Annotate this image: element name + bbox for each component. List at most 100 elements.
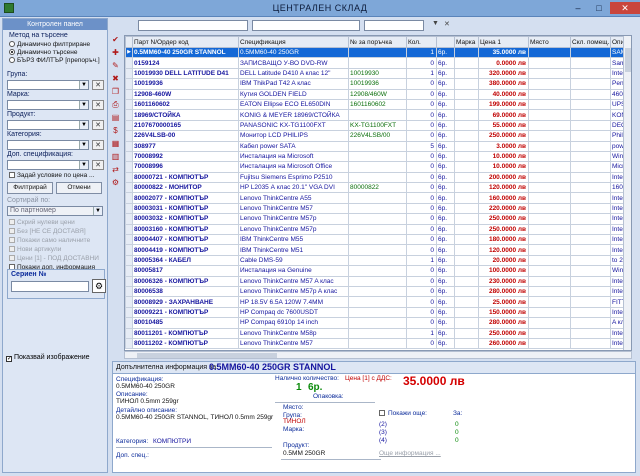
table-row[interactable]: 12908-460W Кутия GOLDEN FIELD 12908/460W 0 6… xyxy=(125,88,631,100)
table-row[interactable]: 226V4LSB-00 Монитор LCD PHILIPS 226V4LSB/0… xyxy=(125,130,631,142)
table-row[interactable]: 80000721 - КОМПЮТЪР Fujitsu Siemens Espri… xyxy=(125,171,631,184)
barcode-scan-icon[interactable]: ⚙ xyxy=(92,279,106,293)
new-items-checkbox[interactable]: Нови артикули xyxy=(9,246,61,253)
serial-input[interactable] xyxy=(11,281,89,292)
table-row[interactable]: 0159124 ЗАПИСВАЩО У-ВО DVD-RW 0 6р. 0.0000 л… xyxy=(125,57,631,69)
show-more-checkbox[interactable]: Покажи още: xyxy=(379,410,427,417)
maximize-button[interactable]: □ xyxy=(589,2,609,14)
table-row[interactable]: ▶ 0.5MM60-40 250GR STANNOL 0.5MM60-40 250G… xyxy=(125,46,631,59)
table-row[interactable]: 1601160602 EATON Ellipse ECO EL650DIN 1601… xyxy=(125,98,631,111)
table-row[interactable]: 80005364 - КАБЕЛ Cable DMS-59 1 6р. 20.0000 … xyxy=(125,254,631,267)
only-available-checkbox[interactable]: Покажи само наличните xyxy=(9,237,90,244)
scroll-thumb[interactable] xyxy=(625,48,631,72)
column-header[interactable]: Цена 1 xyxy=(478,36,529,48)
stats-icon[interactable]: ▤ xyxy=(110,112,121,123)
table-cell: 6р. xyxy=(436,327,455,339)
clear-extra-spec-button[interactable]: ✕ xyxy=(92,160,104,170)
clear-group-button[interactable]: ✕ xyxy=(92,80,104,90)
table-row[interactable]: 80011202 - КОМПЮТЪР Lenovo ThinkCentre M5… xyxy=(125,337,631,350)
clear-filter-icon[interactable]: ✕ xyxy=(444,20,450,28)
table-row[interactable]: 80005817 Инсталация на Genuine 0 6р. 100.000… xyxy=(125,265,631,277)
check-icon[interactable]: ✔ xyxy=(110,34,121,45)
column-header[interactable]: № за поръчка xyxy=(348,36,407,48)
column-header[interactable]: Марка xyxy=(454,36,479,48)
column-header[interactable] xyxy=(436,36,455,48)
product-combo[interactable]: ▼ xyxy=(7,120,89,130)
hide-zero-prices-checkbox[interactable]: Скрий нулеви цени xyxy=(9,219,75,226)
price-condition-checkbox[interactable]: Задай условие по цена ... xyxy=(9,172,94,179)
table-row[interactable]: 70008996 Инсталация на Microsoft Office 0 6… xyxy=(125,161,631,173)
column-header[interactable]: Място xyxy=(528,36,571,48)
show-image-checkbox[interactable]: ✓ Показвай изображение xyxy=(6,354,90,362)
edit-icon[interactable]: ✎ xyxy=(110,60,121,71)
cancel-button[interactable]: Отмени xyxy=(56,182,102,194)
delete-icon[interactable]: ✖ xyxy=(110,73,121,84)
settings-icon[interactable]: ⚙ xyxy=(110,177,121,188)
table-row[interactable]: 80000822 - МОНИТОР HP L2035 А клас 20.1" … xyxy=(125,182,631,194)
group-combo[interactable]: ▼ xyxy=(7,80,89,90)
sort-combo[interactable]: По партномер ▼ xyxy=(7,206,103,216)
column-header[interactable]: Кол. xyxy=(406,36,437,48)
copy-icon[interactable]: ❐ xyxy=(110,86,121,97)
scroll-thumb[interactable] xyxy=(137,353,277,358)
category-combo[interactable]: ▼ xyxy=(7,140,89,150)
spec-search-input[interactable] xyxy=(252,20,360,31)
column-header[interactable]: Спецификация xyxy=(238,36,349,48)
table-row[interactable]: 18969/СТОЙКА KONIG & MEYER 18969/СТОЙКА 0 6… xyxy=(125,109,631,121)
table-row[interactable]: 80009221 - КОМПЮТЪР HP Compaq dc 7600USDT… xyxy=(125,306,631,319)
table-row[interactable]: 80011201 - КОМПЮТЪР Lenovo ThinkCentre M5… xyxy=(125,327,631,339)
print-icon[interactable]: ⎙ xyxy=(110,99,121,110)
table-row[interactable]: 80006538 Lenovo ThinkCentre M57p A клас 0 6… xyxy=(125,285,631,298)
order-search-input[interactable] xyxy=(364,20,424,31)
table-row[interactable]: 80008929 - ЗАХРАНВАНЕ HP 18.5V 6.5A 120W … xyxy=(125,296,631,308)
money-icon[interactable]: $ xyxy=(110,125,121,136)
clear-brand-button[interactable]: ✕ xyxy=(92,100,104,110)
table-row[interactable]: 10019936 IBM ThikPad T42 A клас 10019936 0 6… xyxy=(125,78,631,90)
add-icon[interactable]: ✚ xyxy=(110,47,121,58)
method-dynamic-search[interactable]: Динамично търсене xyxy=(9,49,77,56)
extra-info-link[interactable]: Още информация ... xyxy=(379,450,441,457)
method-dynamic-filter[interactable]: Динамично филтриране xyxy=(9,41,90,48)
table-row[interactable]: 70008992 Инсталация на Microsoft 0 6р. 10.00… xyxy=(125,150,631,163)
table-cell: 6р. xyxy=(436,254,455,267)
brand-combo[interactable]: ▼ xyxy=(7,100,89,110)
transfer-icon[interactable]: ⇄ xyxy=(110,164,121,175)
clear-category-button[interactable]: ✕ xyxy=(92,140,104,150)
calendar-icon[interactable]: ▦ xyxy=(110,138,121,149)
table-row[interactable]: 80003031 - КОМПЮТЪР Lenovo ThinkCentre M5… xyxy=(125,202,631,215)
vertical-scrollbar[interactable] xyxy=(623,36,631,350)
table-row[interactable]: 80002077 - КОМПЮТЪР Lenovo ThinkCentre A5… xyxy=(125,192,631,204)
table-row[interactable]: 80003032 - КОМПЮТЪР Lenovo ThinkCentre M5… xyxy=(125,213,631,225)
filter-button[interactable]: Филтрирай xyxy=(7,182,53,194)
table-cell xyxy=(348,223,407,236)
table-row[interactable]: 80004407 - КОМПЮТЪР IBM ThinkCentre M55 0 6… xyxy=(125,234,631,246)
below-cost-checkbox[interactable]: Цени [1] - ПОД ДОСТАВНИ xyxy=(9,255,99,262)
partnumber-search-input[interactable] xyxy=(138,20,248,31)
column-header[interactable] xyxy=(125,36,133,48)
table-row[interactable]: 80010485 HP Compaq 6910p 14 inch 0 6р. 280.0… xyxy=(125,317,631,329)
table-row[interactable]: 80003160 - КОМПЮТЪР Lenovo ThinkCentre M5… xyxy=(125,223,631,236)
search-icon[interactable]: ▼ xyxy=(432,20,439,27)
horizontal-scrollbar[interactable] xyxy=(124,351,632,359)
table-row[interactable]: 80006326 - КОМПЮТЪР Lenovo ThinkCentre M5… xyxy=(125,275,631,288)
table-row[interactable]: 308977 Кабел power SATA 5 6р. 3.0000 лв power xyxy=(125,140,631,152)
divider xyxy=(116,447,272,448)
table-cell xyxy=(570,150,611,163)
table-row[interactable]: 2107670000165 PANASONIC KX-TG1100FXT KX-TG… xyxy=(125,119,631,132)
table-cell: DELL Latitude D410 A клас 12" xyxy=(238,67,349,80)
clear-product-button[interactable]: ✕ xyxy=(92,120,104,130)
table-cell: Инсталация на Microsoft Office xyxy=(238,161,349,173)
column-header[interactable]: Скл. помещ. xyxy=(570,36,611,48)
package-label: Опаковка: xyxy=(313,393,344,400)
column-header[interactable]: Парт N/Ордер код xyxy=(132,36,239,48)
table-cell: 80010485 xyxy=(132,317,239,329)
table-row[interactable]: 80004419 - КОМПЮТЪР IBM ThinkCentre M51 0 6… xyxy=(125,244,631,256)
brand-label: Марка: xyxy=(283,426,305,433)
not-delivered-checkbox[interactable]: Без [НЕ СЕ ДОСТАВЯ] xyxy=(9,228,86,235)
barcode-icon[interactable]: ▥ xyxy=(110,151,121,162)
method-quick-filter[interactable]: БЪРЗ ФИЛТЪР [препоръч.] xyxy=(9,57,100,64)
close-button[interactable]: ✕ xyxy=(610,2,640,14)
extra-spec-combo[interactable]: ▼ xyxy=(7,160,89,170)
minimize-button[interactable]: – xyxy=(568,2,588,14)
table-row[interactable]: 10019930 DELL LATITUDE D41 DELL Latitude … xyxy=(125,67,631,80)
